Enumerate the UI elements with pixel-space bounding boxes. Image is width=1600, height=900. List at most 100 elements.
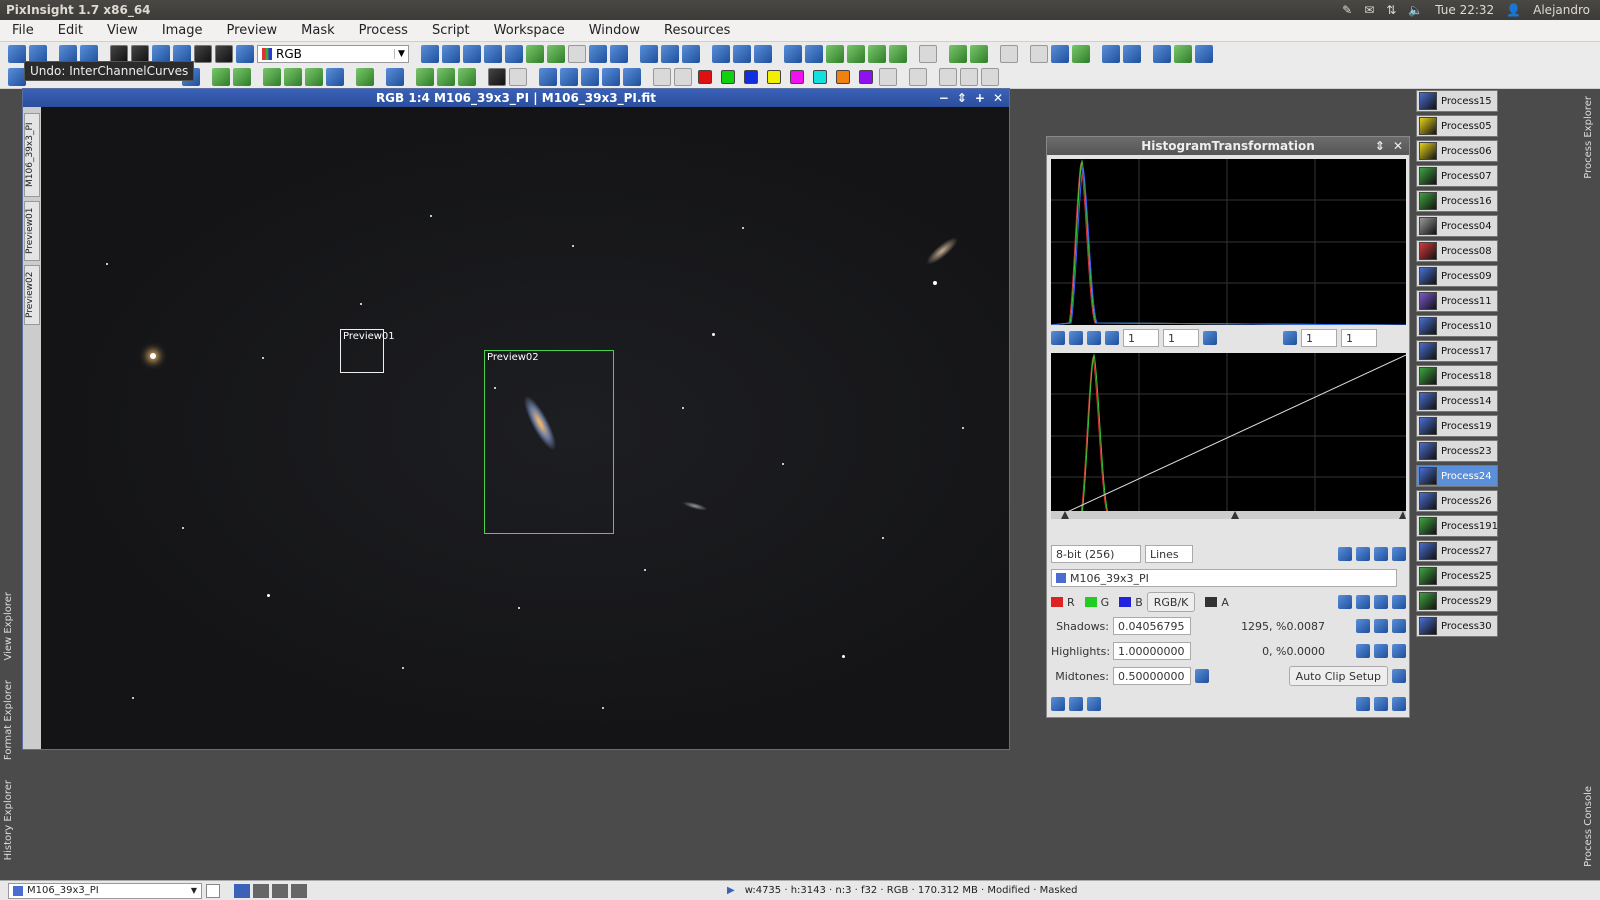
channel-select[interactable]: RGB ▼ [257, 44, 409, 63]
swatch-yellow[interactable] [767, 69, 781, 84]
highlights-option-2-icon[interactable] [1374, 644, 1388, 658]
window-icon-1[interactable] [784, 44, 802, 63]
maximize-icon[interactable]: + [975, 89, 985, 107]
horizontal-zoom-spin[interactable]: 1 [1123, 329, 1159, 347]
minimize-icon[interactable]: − [939, 89, 949, 107]
process-icon-8[interactable]: Process11 [1416, 290, 1498, 312]
close-icon[interactable]: ✕ [993, 89, 1003, 107]
image-window[interactable]: RGB 1:4 M106_39x3_PI | M106_39x3_PI.fit … [22, 88, 1010, 750]
shadows-input[interactable]: 0.04056795 [1113, 617, 1191, 635]
process-console-tab[interactable]: Process Console [1583, 786, 1594, 867]
transform-icon-2[interactable] [284, 67, 302, 86]
menu-preview[interactable]: Preview [215, 23, 290, 38]
output-vertical-zoom-spin[interactable]: 1 [1341, 329, 1377, 347]
readout-mode-icon[interactable] [421, 44, 439, 63]
workspace-next-icon[interactable] [970, 44, 988, 63]
menu-edit[interactable]: Edit [46, 23, 95, 38]
arrow-down-icon[interactable] [1283, 331, 1297, 345]
mask-link-icon[interactable] [879, 67, 897, 86]
process-icon-7[interactable]: Process09 [1416, 265, 1498, 287]
new-view-icon[interactable] [206, 883, 220, 898]
process-icon-12[interactable]: Process14 [1416, 390, 1498, 412]
menu-process[interactable]: Process [347, 23, 420, 38]
process-icon-4[interactable]: Process16 [1416, 190, 1498, 212]
swatch-orange[interactable] [836, 69, 850, 84]
menu-view[interactable]: View [95, 23, 150, 38]
fit-view-icon[interactable] [442, 44, 460, 63]
process-icon-20[interactable]: Process29 [1416, 590, 1498, 612]
window-tile-icon[interactable] [712, 44, 730, 63]
auto-clip-icon[interactable] [1392, 669, 1406, 683]
process-icon-0[interactable]: Process15 [1416, 90, 1498, 112]
menu-file[interactable]: File [0, 23, 46, 38]
channel-option-4-icon[interactable] [1392, 595, 1406, 609]
menu-workspace[interactable]: Workspace [482, 23, 577, 38]
reset-icon[interactable] [1392, 697, 1406, 711]
format-explorer-tab[interactable]: Format Explorer [3, 680, 14, 760]
color-management-icon[interactable] [236, 44, 254, 63]
swatch-violet[interactable] [859, 69, 873, 84]
scale-icon[interactable] [1203, 331, 1217, 345]
play-icon[interactable]: ▶ [727, 885, 735, 896]
undo-all-icon[interactable] [59, 44, 77, 63]
menu-window[interactable]: Window [577, 23, 652, 38]
process-icon-10[interactable]: Process17 [1416, 340, 1498, 362]
channel-option-1-icon[interactable] [1338, 595, 1352, 609]
zoom-in-icon[interactable] [589, 44, 607, 63]
channel-b[interactable]: B [1135, 596, 1143, 609]
transform-icon-3[interactable] [305, 67, 323, 86]
display-mode-3-icon[interactable] [272, 883, 288, 898]
output-histogram[interactable] [1051, 353, 1406, 519]
menu-resources[interactable]: Resources [652, 23, 742, 38]
redo-icon[interactable] [29, 44, 47, 63]
mask-invert-icon[interactable] [215, 44, 233, 63]
copy-icon[interactable] [1030, 44, 1048, 63]
channel-a[interactable]: A [1221, 596, 1229, 609]
arrange-icon-2[interactable] [1123, 44, 1141, 63]
zoom-reset-icon[interactable] [1087, 331, 1101, 345]
transform-icon-1[interactable] [263, 67, 281, 86]
script-icon-2[interactable] [1174, 44, 1192, 63]
display-mode-icon[interactable] [131, 44, 149, 63]
menu-mask[interactable]: Mask [289, 23, 346, 38]
tab-main-view[interactable]: M106_39x3_PI [24, 113, 40, 197]
window-icon-4[interactable] [847, 44, 865, 63]
paste-icon[interactable] [1051, 44, 1069, 63]
channel-rgbk[interactable]: RGB/K [1146, 592, 1196, 612]
zoom-fit-icon[interactable] [463, 44, 481, 63]
transform-icon-4[interactable] [326, 67, 344, 86]
status-view-select[interactable]: M106_39x3_PI ▼ [8, 882, 202, 899]
apply-global-icon[interactable] [1069, 697, 1083, 711]
midtones-reset-icon[interactable] [1195, 669, 1209, 683]
swatch-magenta[interactable] [790, 69, 804, 84]
process-icon-21[interactable]: Process30 [1416, 615, 1498, 637]
close-mask-icon[interactable] [674, 67, 692, 86]
process-icon-2[interactable]: Process06 [1416, 140, 1498, 162]
display-mode-4-icon[interactable] [291, 883, 307, 898]
mask-display-icon[interactable] [194, 44, 212, 63]
user-name[interactable]: Alejandro [1533, 3, 1590, 17]
tab-preview02[interactable]: Preview02 [24, 265, 40, 325]
plot-mode-select[interactable]: Lines [1145, 545, 1193, 563]
view-select[interactable]: M106_39x3_PI [1051, 569, 1397, 587]
channel-g-icon[interactable] [1084, 597, 1097, 607]
rotate-cw-icon[interactable] [560, 67, 578, 86]
mirror-v-icon[interactable] [623, 67, 641, 86]
tab-preview01[interactable]: Preview01 [24, 201, 40, 261]
clone-icon[interactable] [1072, 44, 1090, 63]
edit-icon[interactable]: ✎ [1342, 3, 1352, 17]
rotate-ccw-icon[interactable] [539, 67, 557, 86]
channel-option-2-icon[interactable] [1356, 595, 1370, 609]
pan-icon[interactable] [1105, 331, 1119, 345]
transform-icon-6[interactable] [386, 67, 404, 86]
process-icon-15[interactable]: Process24 [1416, 465, 1498, 487]
history-explorer-tab[interactable]: History Explorer [3, 780, 14, 860]
auto-clip-setup-button[interactable]: Auto Clip Setup [1288, 666, 1388, 686]
network-icon[interactable]: ⇅ [1386, 3, 1396, 17]
zoom-fit-icon[interactable] [1069, 331, 1083, 345]
menu-script[interactable]: Script [420, 23, 482, 38]
script-icon-3[interactable] [1195, 44, 1213, 63]
transform-icon-7[interactable] [416, 67, 434, 86]
swatch-blue[interactable] [744, 69, 758, 84]
process-icon-5[interactable]: Process04 [1416, 215, 1498, 237]
